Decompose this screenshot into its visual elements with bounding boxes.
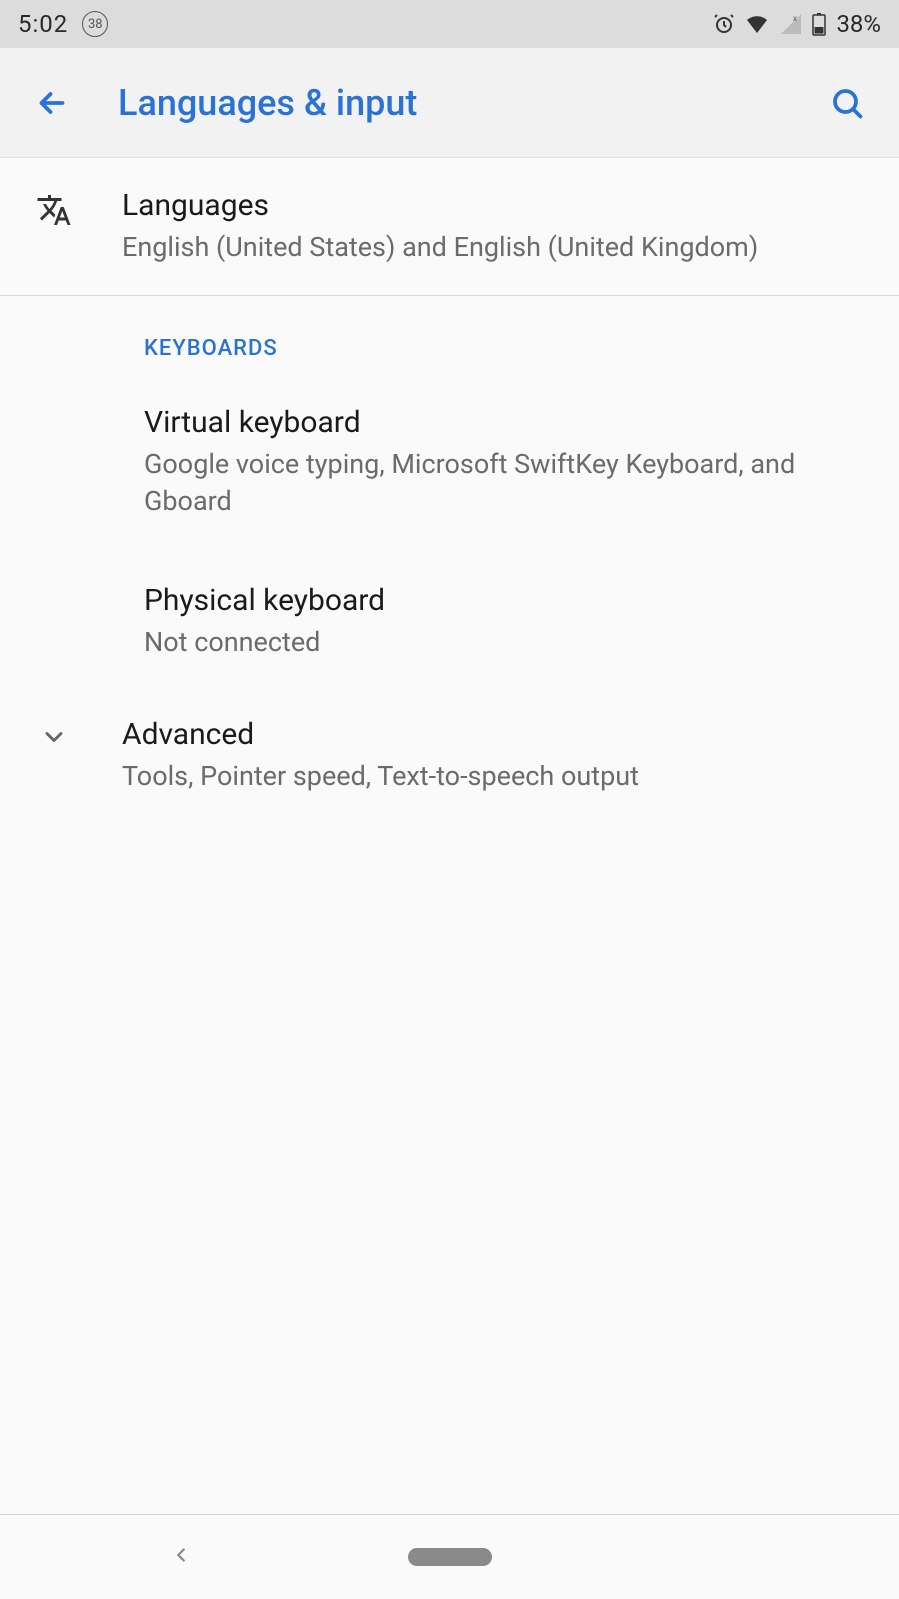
virtual-keyboard-subtitle: Google voice typing, Microsoft SwiftKey … — [144, 446, 865, 519]
status-left: 5:02 38 — [18, 10, 108, 38]
advanced-subtitle: Tools, Pointer speed, Text-to-speech out… — [122, 758, 865, 794]
advanced-title: Advanced — [122, 715, 865, 754]
nav-back-button[interactable] — [170, 1544, 192, 1570]
app-bar: Languages & input — [0, 48, 899, 158]
navigation-bar — [0, 1515, 899, 1599]
nav-home-pill[interactable] — [408, 1548, 492, 1566]
languages-subtitle: English (United States) and English (Uni… — [122, 229, 865, 265]
battery-icon — [812, 12, 826, 36]
virtual-keyboard-title: Virtual keyboard — [144, 403, 865, 442]
back-button[interactable] — [34, 85, 70, 121]
translate-icon — [34, 186, 74, 228]
physical-keyboard-subtitle: Not connected — [144, 624, 865, 660]
advanced-item[interactable]: Advanced Tools, Pointer speed, Text-to-s… — [0, 689, 899, 820]
search-button[interactable] — [829, 85, 865, 121]
cell-signal-icon: x — [778, 12, 804, 36]
languages-item[interactable]: Languages English (United States) and En… — [0, 158, 899, 295]
status-bar: 5:02 38 x 38% — [0, 0, 899, 48]
virtual-keyboard-item[interactable]: Virtual keyboard Google voice typing, Mi… — [0, 379, 899, 547]
svg-text:x: x — [793, 14, 797, 23]
physical-keyboard-item[interactable]: Physical keyboard Not connected — [0, 547, 899, 688]
battery-percentage: 38% — [836, 10, 881, 38]
section-keyboards: KEYBOARDS — [0, 296, 899, 379]
status-right: x 38% — [712, 10, 881, 38]
content: Languages English (United States) and En… — [0, 158, 899, 836]
languages-title: Languages — [122, 186, 865, 225]
page-title: Languages & input — [118, 82, 781, 124]
status-time: 5:02 — [18, 10, 68, 38]
wifi-icon — [744, 12, 770, 36]
physical-keyboard-title: Physical keyboard — [144, 581, 865, 620]
chevron-down-icon — [34, 715, 74, 751]
alarm-icon — [712, 12, 736, 36]
status-notification-badge: 38 — [82, 11, 108, 37]
